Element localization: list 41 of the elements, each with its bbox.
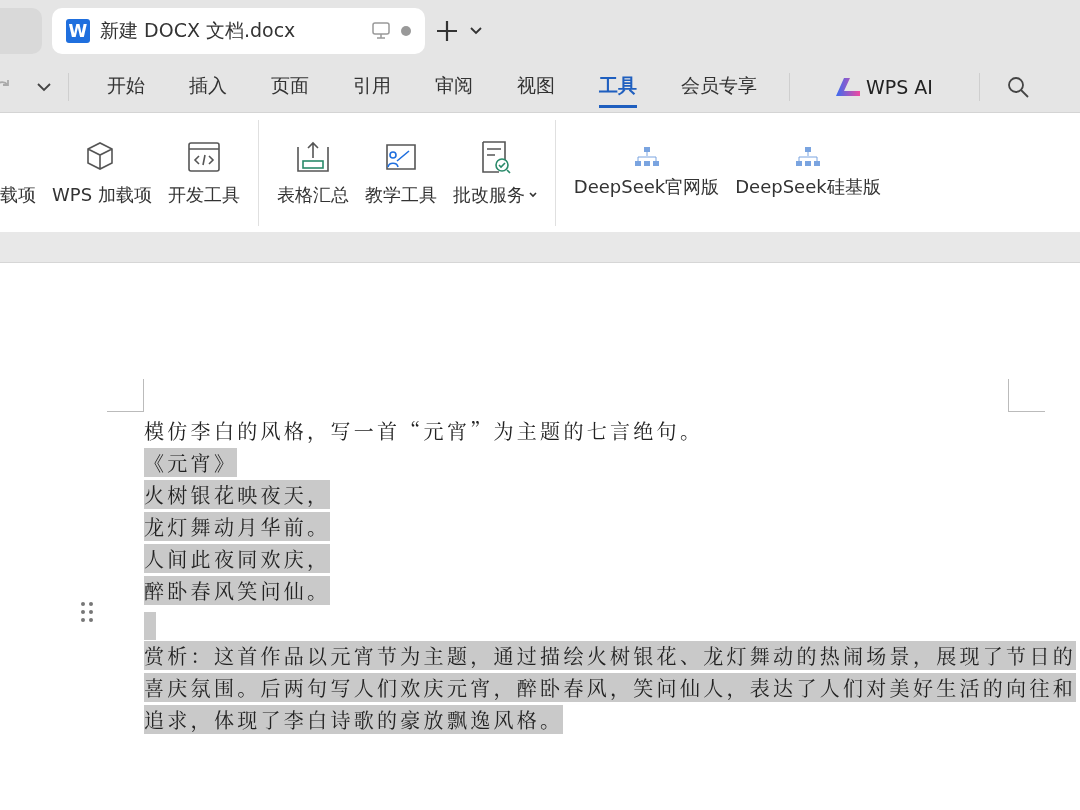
ribbon-button[interactable]: 教学工具 — [364, 138, 437, 207]
ai-logo-icon — [836, 78, 860, 96]
menu-tab[interactable]: 开始 — [107, 66, 145, 108]
app-logo: W — [66, 19, 90, 43]
document-text: 赏析：这首作品以元宵节为主题，通过描绘火树银花、龙灯舞动的热闹场景，展现了节日的 — [144, 640, 1076, 670]
document-text: 喜庆氛围。后两句写人们欢庆元宵，醉卧春风，笑问仙人，表达了人们对美好生活的向往和 — [144, 672, 1076, 702]
menu-tab[interactable]: 工具 — [599, 66, 637, 108]
page-corner-mark — [107, 379, 144, 412]
hierarchy-icon — [633, 146, 660, 167]
chevron-down-icon[interactable] — [469, 26, 483, 36]
document-text: 龙灯舞动月华前。 — [144, 512, 331, 541]
document-text: 人间此夜同欢庆， — [144, 544, 331, 573]
search-icon[interactable] — [1005, 75, 1030, 99]
document-text: 火树银花映夜天， — [144, 480, 331, 509]
chevron-down-icon[interactable] — [36, 82, 52, 92]
menu-tab[interactable]: 会员专享 — [681, 66, 757, 108]
plus-icon[interactable] — [435, 19, 459, 43]
document-text: 追求，体现了李白诗歌的豪放飘逸风格。 — [144, 704, 564, 734]
ribbon-button[interactable]: 载项 — [0, 182, 36, 207]
wps-ai-button[interactable]: WPS AI — [830, 75, 939, 99]
menu-tab[interactable]: 引用 — [353, 66, 391, 108]
dot-icon — [401, 26, 411, 36]
drag-handle-icon[interactable] — [80, 601, 94, 623]
menu-tab[interactable]: 审阅 — [435, 66, 473, 108]
document-text: 醉卧春风笑问仙。 — [144, 576, 331, 605]
menu-tab[interactable]: 插入 — [189, 66, 227, 108]
document-text: 模仿李白的风格，写一首“元宵”为主题的七言绝句。 — [144, 416, 704, 445]
document-tab[interactable]: W 新建 DOCX 文档.docx — [52, 8, 425, 54]
menu-tab[interactable]: 视图 — [517, 66, 555, 108]
ribbon-button[interactable]: 表格汇总 — [276, 138, 349, 207]
ribbon-button[interactable]: 开发工具 — [167, 138, 240, 207]
ribbon-button[interactable]: DeepSeek官网版 — [573, 146, 720, 199]
hierarchy-icon — [794, 146, 821, 167]
menu-tab[interactable]: 页面 — [271, 66, 309, 108]
monitor-icon[interactable] — [371, 22, 391, 40]
ribbon-button[interactable]: 批改服务 — [452, 138, 537, 207]
tab-title: 新建 DOCX 文档.docx — [100, 18, 297, 43]
page-corner-mark — [1008, 379, 1045, 412]
ribbon-button[interactable]: WPS 加载项 — [52, 138, 152, 207]
ribbon-button[interactable]: DeepSeek硅基版 — [735, 146, 881, 199]
document-text: 《元宵》 — [144, 448, 238, 477]
